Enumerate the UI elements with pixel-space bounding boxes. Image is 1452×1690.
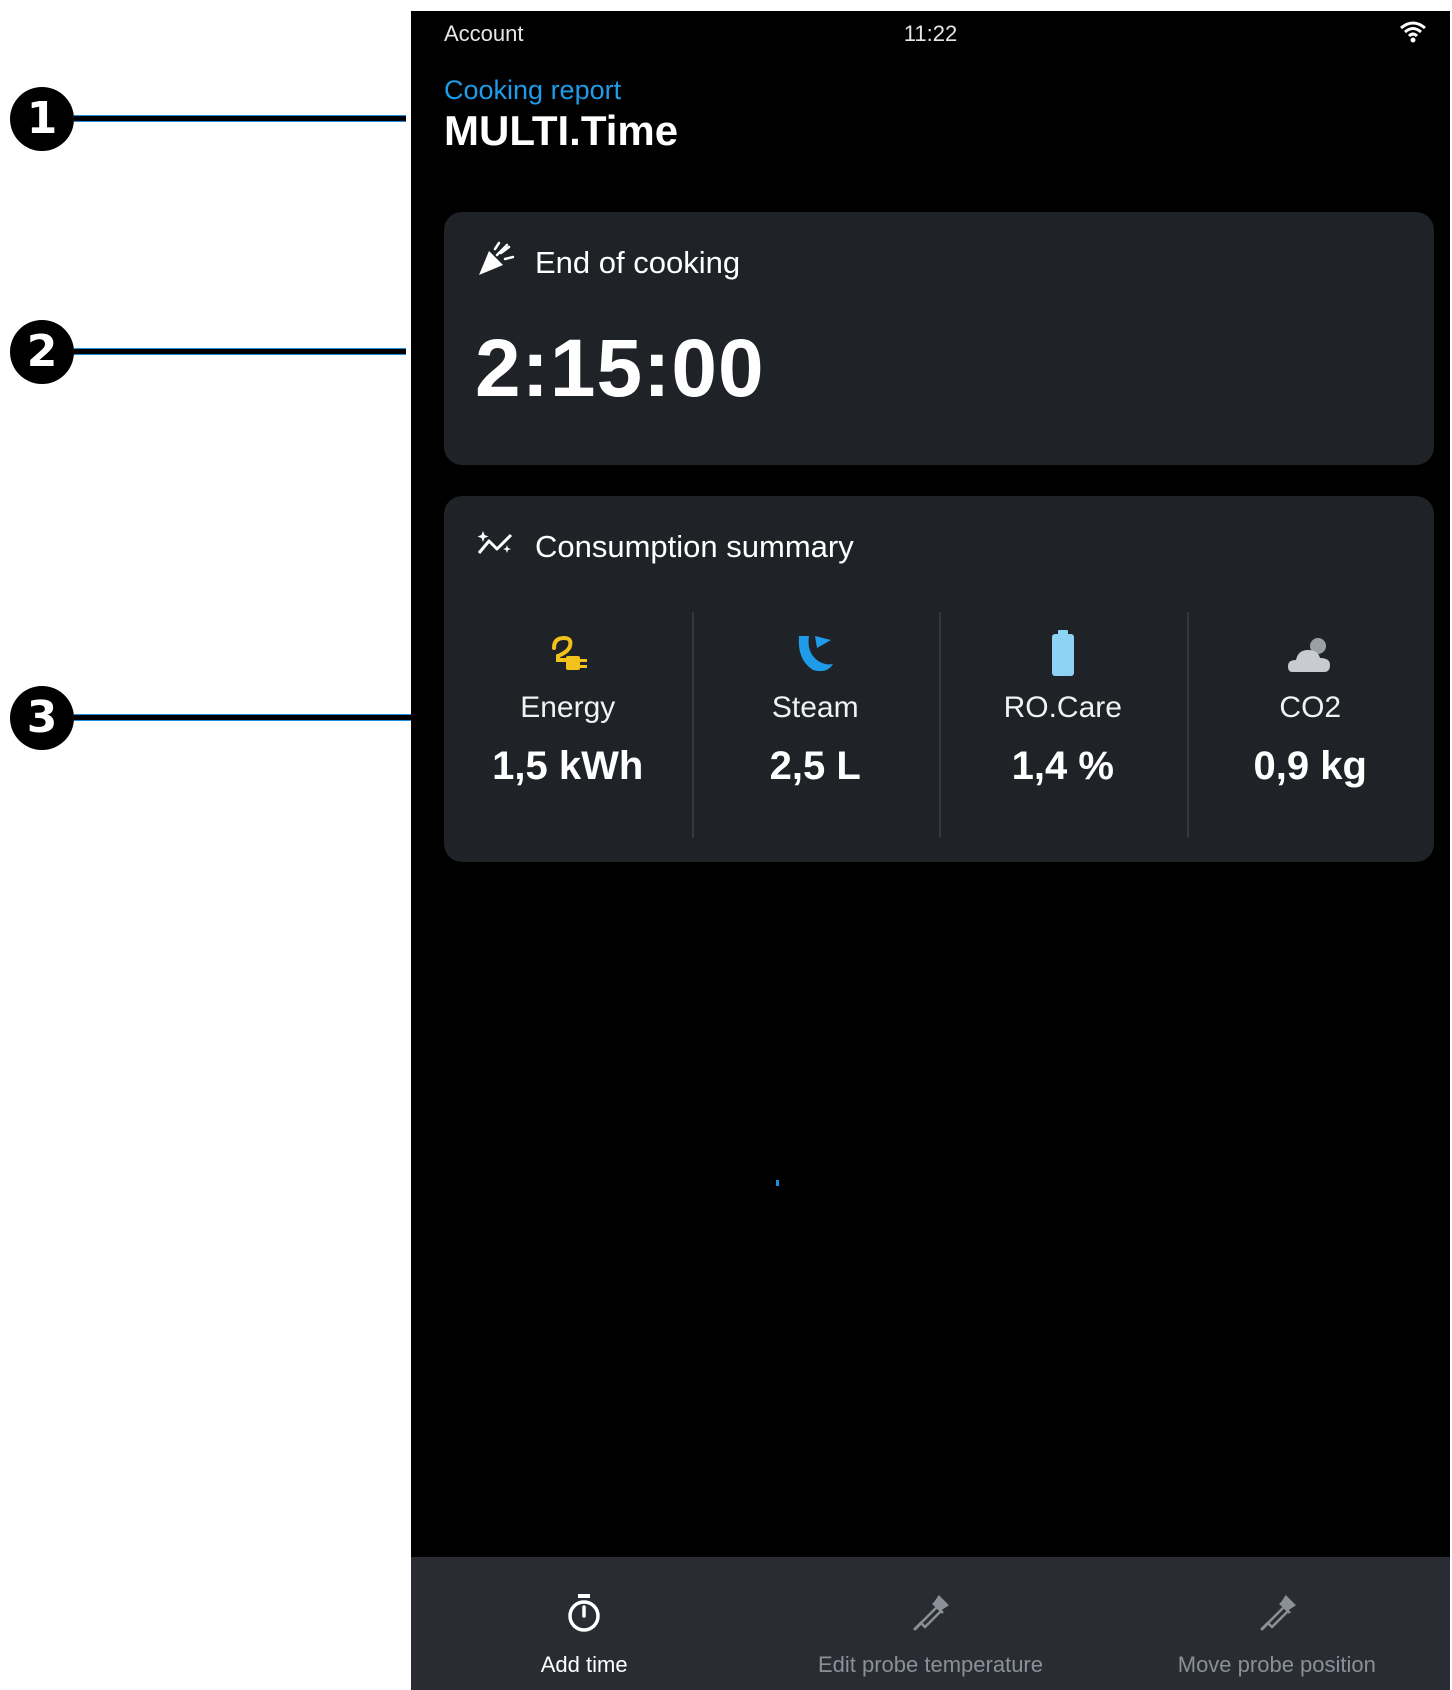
consumption-summary-title: Consumption summary	[535, 529, 854, 564]
metric-label: RO.Care	[1003, 691, 1122, 724]
metric-label: CO2	[1279, 691, 1342, 724]
move-probe-position-label: Move probe position	[1177, 1652, 1376, 1677]
metric-energy: Energy 1,5 kWh	[444, 612, 692, 838]
edit-probe-temperature-label: Edit probe temperature	[817, 1652, 1043, 1677]
callout-2-line	[74, 348, 406, 355]
metric-label: Steam	[771, 691, 859, 724]
metric-value: 1,4 %	[1011, 744, 1114, 788]
add-time-label: Add time	[540, 1652, 628, 1677]
wifi-icon	[1400, 21, 1426, 49]
callout-1: 1	[10, 87, 74, 151]
cloud-icon	[1286, 630, 1334, 678]
move-probe-position-button[interactable]: Move probe position	[1104, 1557, 1450, 1690]
metric-label: Energy	[520, 691, 616, 724]
end-time-value: 2:15:00	[475, 323, 765, 414]
add-time-button[interactable]: Add time	[411, 1557, 757, 1690]
sparkle-chart-icon	[477, 527, 535, 567]
metric-ro-care: RO.Care 1,4 %	[939, 612, 1187, 838]
callout-3: 3	[10, 686, 74, 750]
callout-3-line	[74, 714, 458, 721]
end-of-cooking-card: End of cooking 2:15:00	[444, 212, 1434, 465]
scroll-indicator	[776, 1180, 779, 1186]
clock: 11:22	[903, 21, 958, 46]
callout-2: 2	[10, 320, 74, 384]
consumption-summary-card: Consumption summary Energy 1,5 kWh Steam…	[444, 496, 1434, 862]
power-plug-icon	[544, 630, 592, 678]
end-of-cooking-title: End of cooking	[535, 245, 741, 280]
status-bar: Account 11:22	[411, 11, 1450, 57]
page-title: MULTI.Time	[444, 107, 679, 154]
metrics-row: Energy 1,5 kWh Steam 2,5 L RO.Care 1,4 %…	[444, 612, 1434, 838]
device-screen: Account 11:22 Cooking report MULTI.Time …	[411, 11, 1450, 1690]
party-popper-icon	[477, 241, 535, 285]
callout-1-line	[74, 115, 406, 122]
steam-icon	[791, 630, 839, 678]
battery-icon	[1039, 630, 1087, 678]
metric-co2: CO2 0,9 kg	[1186, 612, 1435, 838]
metric-value: 2,5 L	[769, 744, 861, 788]
metric-value: 1,5 kWh	[492, 744, 644, 788]
metric-steam: Steam 2,5 L	[691, 612, 940, 838]
metric-value: 0,9 kg	[1253, 744, 1367, 788]
edit-probe-temperature-button[interactable]: Edit probe temperature	[757, 1557, 1103, 1690]
bottom-action-bar: Add time Edit probe temperature Move pro…	[411, 1557, 1450, 1690]
breadcrumb-cooking-report[interactable]: Cooking report	[444, 75, 621, 106]
